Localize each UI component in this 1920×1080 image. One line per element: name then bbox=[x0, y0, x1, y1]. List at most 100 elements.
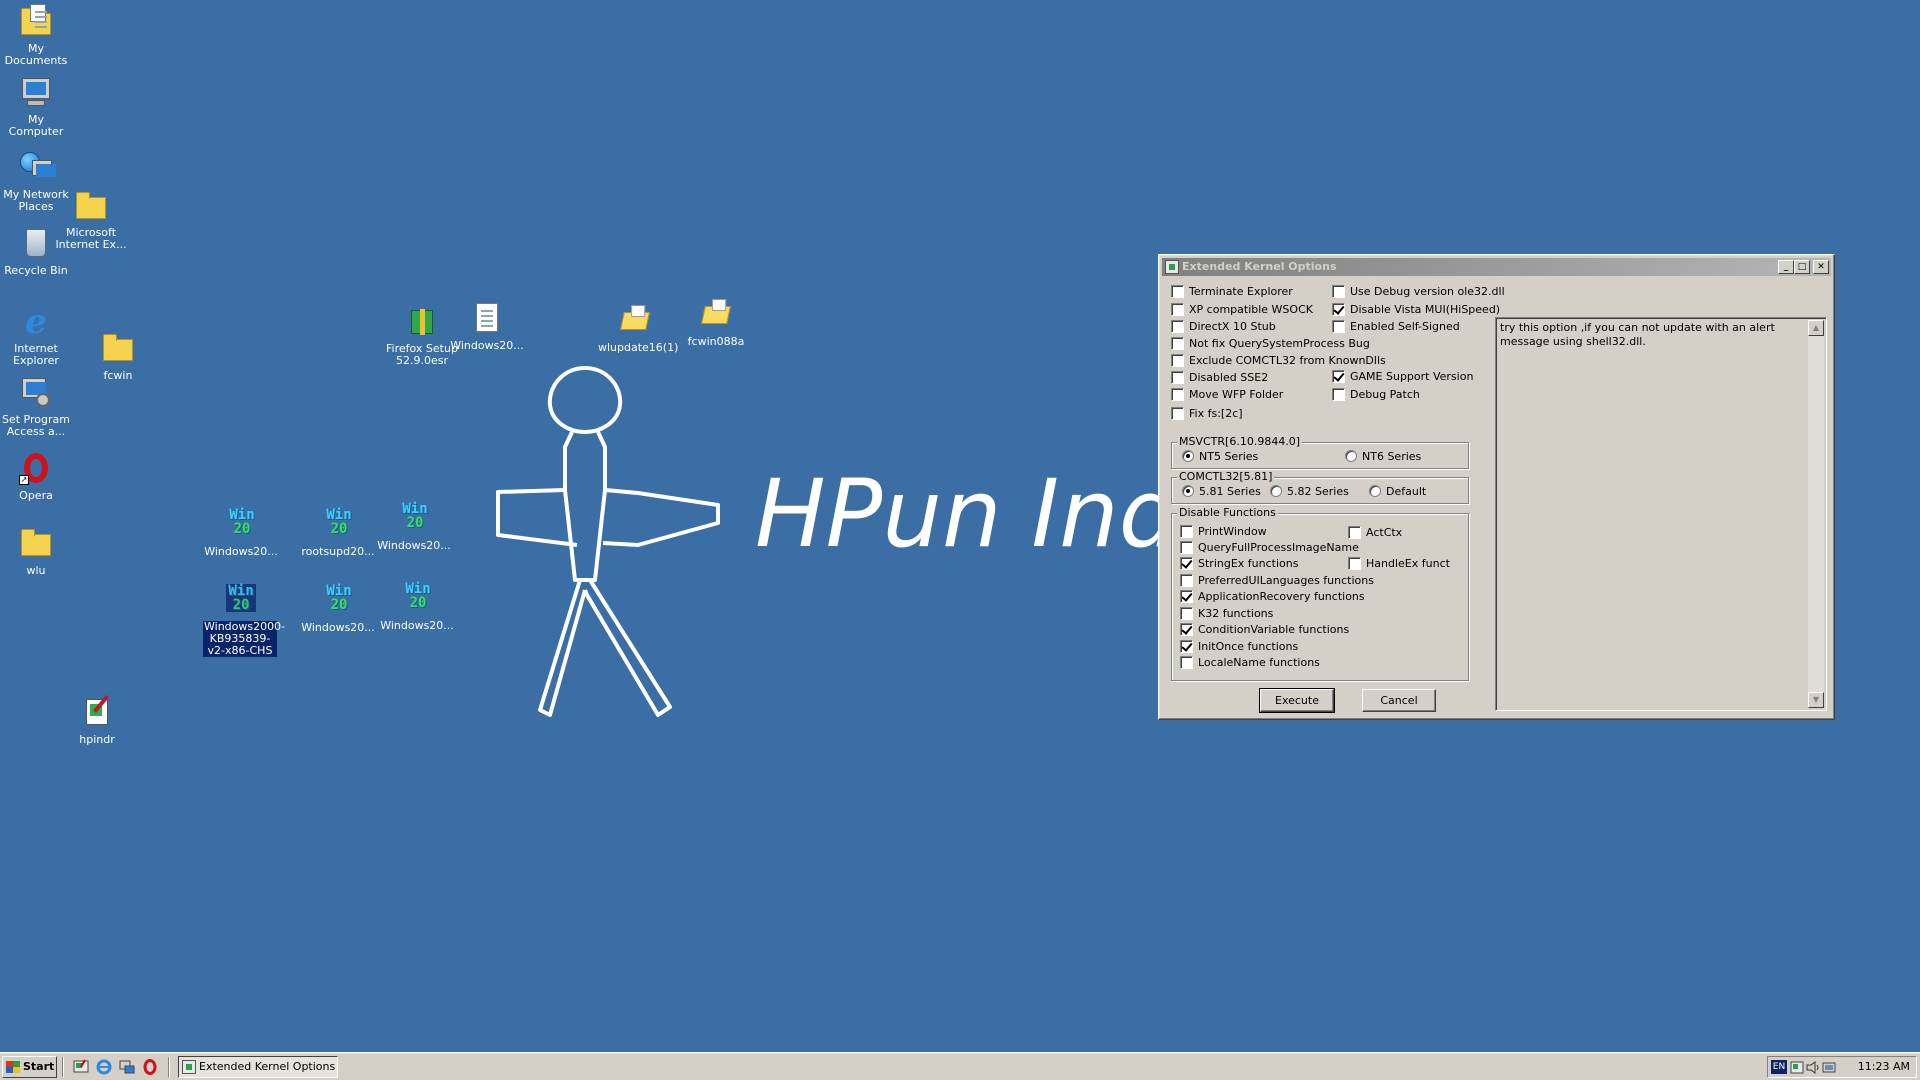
option-label: Move WFP Folder bbox=[1189, 387, 1284, 401]
checkbox[interactable] bbox=[1348, 556, 1361, 570]
desktop-icon-set-program-access[interactable]: Set Program Access a... bbox=[0, 375, 74, 438]
checkbox[interactable] bbox=[1171, 406, 1184, 420]
checkbox[interactable] bbox=[1171, 353, 1184, 367]
checkbox[interactable] bbox=[1180, 606, 1193, 620]
option-label: Enabled Self-Signed bbox=[1350, 319, 1460, 333]
option-fix-fs-2c[interactable]: Fix fs:[2c] bbox=[1171, 405, 1243, 421]
disable-stringex-functions[interactable]: StringEx functions bbox=[1180, 555, 1298, 571]
start-button[interactable]: Start bbox=[2, 1056, 57, 1078]
checkbox[interactable] bbox=[1180, 639, 1193, 653]
desktop-icon-hpindr[interactable]: hpindr bbox=[59, 694, 135, 746]
radio-dot[interactable] bbox=[1182, 485, 1194, 497]
cancel-button[interactable]: Cancel bbox=[1362, 689, 1436, 712]
radio-582-series[interactable]: 5.82 Series bbox=[1270, 483, 1349, 499]
desktop-icon-windows20-doc[interactable]: Windows20... bbox=[449, 300, 525, 352]
desktop-icon-opera[interactable]: ↗ Opera bbox=[0, 450, 74, 502]
quicklaunch-opera[interactable] bbox=[142, 1059, 158, 1075]
volume-icon[interactable] bbox=[1806, 1061, 1820, 1074]
desktop-icon-wlu[interactable]: wlu bbox=[0, 525, 74, 577]
disable-applicationrecovery[interactable]: ApplicationRecovery functions bbox=[1180, 588, 1365, 604]
desktop-icon-internet-explorer[interactable]: e Internet Explorer bbox=[0, 304, 74, 367]
disable-printwindow[interactable]: PrintWindow bbox=[1180, 523, 1267, 539]
desktop-icon-wlupdate16[interactable]: wlupdate16(1) bbox=[597, 302, 678, 354]
disable-localename[interactable]: LocaleName functions bbox=[1180, 654, 1320, 670]
checkbox[interactable] bbox=[1332, 284, 1345, 298]
checkbox[interactable] bbox=[1332, 319, 1345, 333]
desktop: HPun Indu My Documents My Computer My Ne… bbox=[0, 0, 1920, 1052]
checkbox[interactable] bbox=[1180, 589, 1193, 603]
checkbox[interactable] bbox=[1332, 302, 1345, 316]
desktop-icon-windows20-b[interactable]: Win 20 Windows20... bbox=[376, 500, 452, 552]
option-use-debug-ole32[interactable]: Use Debug version ole32.dll bbox=[1332, 283, 1505, 299]
disable-actctx[interactable]: ActCtx bbox=[1348, 524, 1402, 540]
maximize-button[interactable]: □ bbox=[1794, 260, 1810, 274]
disable-initonce[interactable]: InitOnce functions bbox=[1180, 638, 1298, 654]
disable-handleex[interactable]: HandleEx funct bbox=[1348, 555, 1450, 571]
checkbox[interactable] bbox=[1171, 319, 1184, 333]
tray-app-icon[interactable] bbox=[1790, 1061, 1804, 1074]
option-not-fix-querysystemprocess[interactable]: Not fix QuerySystemProcess Bug bbox=[1171, 335, 1370, 351]
clock[interactable]: 11:23 AM bbox=[1858, 1057, 1910, 1077]
checkbox[interactable] bbox=[1180, 524, 1193, 538]
checkbox[interactable] bbox=[1332, 369, 1345, 383]
quicklaunch-internet-explorer[interactable] bbox=[96, 1059, 112, 1075]
taskbar-button-extended-kernel-options[interactable]: Extended Kernel Options bbox=[178, 1056, 338, 1078]
radio-581-series[interactable]: 5.81 Series bbox=[1182, 483, 1261, 499]
radio-dot[interactable] bbox=[1369, 485, 1381, 497]
desktop-icon-rootsupd[interactable]: Win 20 rootsupd20... bbox=[300, 506, 376, 558]
desktop-icon-fcwin088a[interactable]: fcwin088a bbox=[678, 296, 754, 348]
execute-button[interactable]: Execute bbox=[1259, 688, 1335, 713]
checkbox[interactable] bbox=[1171, 302, 1184, 316]
option-debug-patch[interactable]: Debug Patch bbox=[1332, 386, 1420, 402]
close-button[interactable]: ✕ bbox=[1813, 260, 1829, 274]
desktop-icon-windows20-a[interactable]: Win 20 Windows20... bbox=[203, 506, 279, 558]
checkbox[interactable] bbox=[1180, 573, 1193, 587]
window-titlebar[interactable]: Extended Kernel Options _ □ ✕ bbox=[1162, 258, 1831, 276]
desktop-icon-my-computer[interactable]: My Computer bbox=[0, 75, 74, 138]
minimize-button[interactable]: _ bbox=[1778, 260, 1794, 274]
checkbox[interactable] bbox=[1171, 387, 1184, 401]
checkbox[interactable] bbox=[1171, 336, 1184, 350]
disable-conditionvariable[interactable]: ConditionVariable functions bbox=[1180, 621, 1349, 637]
option-disabled-sse2[interactable]: Disabled SSE2 bbox=[1171, 369, 1268, 385]
radio-nt6-series[interactable]: NT6 Series bbox=[1345, 448, 1421, 464]
description-textarea[interactable]: try this option ,if you can not update w… bbox=[1495, 317, 1827, 711]
desktop-icon-windows20-d[interactable]: Win 20 Windows20... bbox=[379, 580, 455, 632]
desktop-icon-my-documents[interactable]: My Documents bbox=[0, 4, 74, 67]
checkbox[interactable] bbox=[1180, 655, 1193, 669]
option-terminate-explorer[interactable]: Terminate Explorer bbox=[1171, 283, 1293, 299]
network-status-icon[interactable] bbox=[1822, 1061, 1836, 1074]
checkbox[interactable] bbox=[1180, 556, 1193, 570]
checkbox[interactable] bbox=[1348, 525, 1361, 539]
desktop-icon-windows2000-kb935839[interactable]: Win 20 Windows2000-KB935839-v2-x86-CHS bbox=[202, 582, 285, 657]
checkbox[interactable] bbox=[1180, 622, 1193, 636]
option-enabled-self-signed[interactable]: Enabled Self-Signed bbox=[1332, 318, 1460, 334]
vertical-scrollbar[interactable]: ▲ ▼ bbox=[1808, 320, 1824, 708]
option-move-wfp-folder[interactable]: Move WFP Folder bbox=[1171, 386, 1283, 402]
radio-default[interactable]: Default bbox=[1369, 483, 1426, 499]
desktop-icon-recycle-bin[interactable]: Recycle Bin bbox=[0, 225, 74, 277]
radio-dot[interactable] bbox=[1345, 450, 1357, 462]
option-exclude-comctl32[interactable]: Exclude COMCTL32 from KnownDlls bbox=[1171, 352, 1386, 368]
option-game-support-version[interactable]: GAME Support Version bbox=[1332, 368, 1473, 384]
checkbox[interactable] bbox=[1171, 284, 1184, 298]
scroll-up-button[interactable]: ▲ bbox=[1808, 320, 1824, 336]
desktop-icon-windows20-c[interactable]: Win 20 Windows20... bbox=[300, 582, 376, 634]
scroll-down-button[interactable]: ▼ bbox=[1808, 692, 1824, 708]
disable-k32-functions[interactable]: K32 functions bbox=[1180, 605, 1273, 621]
disable-queryfullprocessimagename[interactable]: QueryFullProcessImageName bbox=[1180, 539, 1359, 555]
checkbox[interactable] bbox=[1171, 370, 1184, 384]
desktop-icon-fcwin[interactable]: fcwin bbox=[80, 330, 156, 382]
option-disable-vista-mui[interactable]: Disable Vista MUI(HiSpeed) bbox=[1332, 301, 1500, 317]
quicklaunch-show-desktop[interactable] bbox=[73, 1059, 89, 1075]
checkbox[interactable] bbox=[1332, 387, 1345, 401]
radio-dot[interactable] bbox=[1270, 485, 1282, 497]
disable-preferreduilanguages[interactable]: PreferredUILanguages functions bbox=[1180, 572, 1374, 588]
checkbox[interactable] bbox=[1180, 540, 1193, 554]
option-directx-10-stub[interactable]: DirectX 10 Stub bbox=[1171, 318, 1276, 334]
quicklaunch-network[interactable] bbox=[119, 1059, 135, 1075]
radio-dot[interactable] bbox=[1182, 450, 1194, 462]
option-xp-compatible-wsock[interactable]: XP compatible WSOCK bbox=[1171, 301, 1313, 317]
language-indicator[interactable]: EN bbox=[1771, 1060, 1787, 1074]
radio-nt5-series[interactable]: NT5 Series bbox=[1182, 448, 1258, 464]
